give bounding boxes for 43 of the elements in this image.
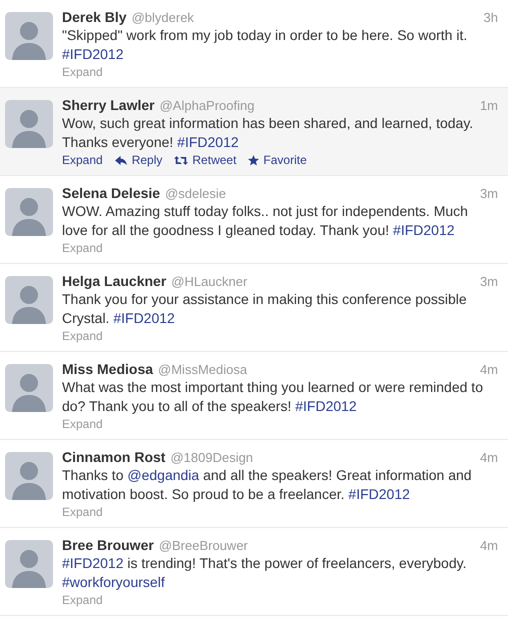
- retweet-icon: [174, 155, 188, 166]
- user-name[interactable]: Cinnamon Rost: [62, 449, 166, 466]
- avatar-icon[interactable]: [5, 540, 53, 588]
- tweet-card[interactable]: Selena Delesie @sdelesie 3m WOW. Amazing stuff today folks.. not just for independents. Much love for all the goodness I gleaned today. Thank you! #IFD2012 Expand: [0, 176, 508, 264]
- user-name[interactable]: Sherry Lawler: [62, 97, 155, 114]
- hashtag-link[interactable]: #IFD2012: [113, 310, 175, 326]
- hashtag-link[interactable]: #IFD2012: [177, 134, 239, 150]
- avatar-icon[interactable]: [5, 188, 53, 236]
- tweet-text: What was the most important thing you learned or were reminded to do? Thank you to all of the speakers! #IFD2012: [62, 378, 484, 416]
- user-name[interactable]: Helga Lauckner: [62, 273, 166, 290]
- user-name[interactable]: Miss Mediosa: [62, 361, 154, 378]
- tweet-text: #IFD2012 is trending! That's the power of freelancers, everybody. #workforyourself: [62, 554, 468, 592]
- user-name[interactable]: Selena Delesie: [62, 185, 160, 202]
- hashtag-link[interactable]: #IFD2012: [62, 46, 124, 62]
- reply-icon: [114, 155, 128, 166]
- tweet-card[interactable]: Cinnamon Rost @1809Design 4m Thanks to @edgandia and all the speakers! Great information and motivation boost. So proud to be a freelancer. #IFD2012 Expand: [0, 440, 508, 528]
- tweet-card[interactable]: Sherry Lawler @AlphaProofing 1m Wow, such great information has been shared, and learned, today. Thanks everyone! #IFD2012 Expand Reply Retweet Favorite: [0, 88, 508, 176]
- avatar-icon[interactable]: [5, 276, 53, 324]
- tweet-card[interactable]: Helga Lauckner @HLauckner 3m Thank you for your assistance in making this conference possible Crystal. #IFD2012 Expand: [0, 264, 508, 352]
- hashtag-link[interactable]: #IFD2012: [393, 222, 455, 238]
- avatar-icon[interactable]: [5, 452, 53, 500]
- tweet-text: Wow, such great information has been shared, and learned, today. Thanks everyone! #IFD2012: [62, 114, 474, 152]
- hashtag-link[interactable]: #workforyourself: [62, 574, 165, 590]
- retweet-link[interactable]: Retweet: [174, 152, 236, 169]
- tweet-text: Thank you for your assistance in making this conference possible Crystal. #IFD2012: [62, 290, 468, 328]
- hashtag-link[interactable]: #IFD2012: [62, 555, 124, 571]
- expand-link[interactable]: Expand: [62, 152, 103, 169]
- reply-link[interactable]: Reply: [114, 152, 162, 169]
- avatar-icon[interactable]: [5, 12, 53, 60]
- hashtag-link[interactable]: #IFD2012: [348, 486, 410, 502]
- tweet-card[interactable]: Bree Brouwer @BreeBrouwer 4m #IFD2012 is trending! That's the power of freelancers, everybody. #workforyourself Expand: [0, 528, 508, 616]
- tweet-text: WOW. Amazing stuff today folks.. not just for independents. Much love for all the goodness I gleaned today. Thank you! #IFD2012: [62, 202, 469, 240]
- avatar-icon[interactable]: [5, 100, 53, 148]
- user-name[interactable]: Derek Bly: [62, 9, 127, 26]
- tweet-card[interactable]: Miss Mediosa @MissMediosa 4m What was the most important thing you learned or were reminded to do? Thank you to all of the speakers! #IFD2012 Expand: [0, 352, 508, 440]
- mention-link[interactable]: @edgandia: [127, 467, 200, 483]
- favorite-link[interactable]: Favorite: [248, 152, 307, 169]
- tweet-text: Thanks to @edgandia and all the speakers! Great information and motivation boost. So proud to be a freelancer. #IFD2012: [62, 466, 473, 504]
- user-name[interactable]: Bree Brouwer: [62, 537, 154, 554]
- tweet-text: "Skipped" work from my job today in order to be here. So worth it. #IFD2012: [62, 26, 468, 64]
- avatar-icon[interactable]: [5, 364, 53, 412]
- hashtag-link[interactable]: #IFD2012: [295, 398, 357, 414]
- star-icon: [248, 155, 260, 166]
